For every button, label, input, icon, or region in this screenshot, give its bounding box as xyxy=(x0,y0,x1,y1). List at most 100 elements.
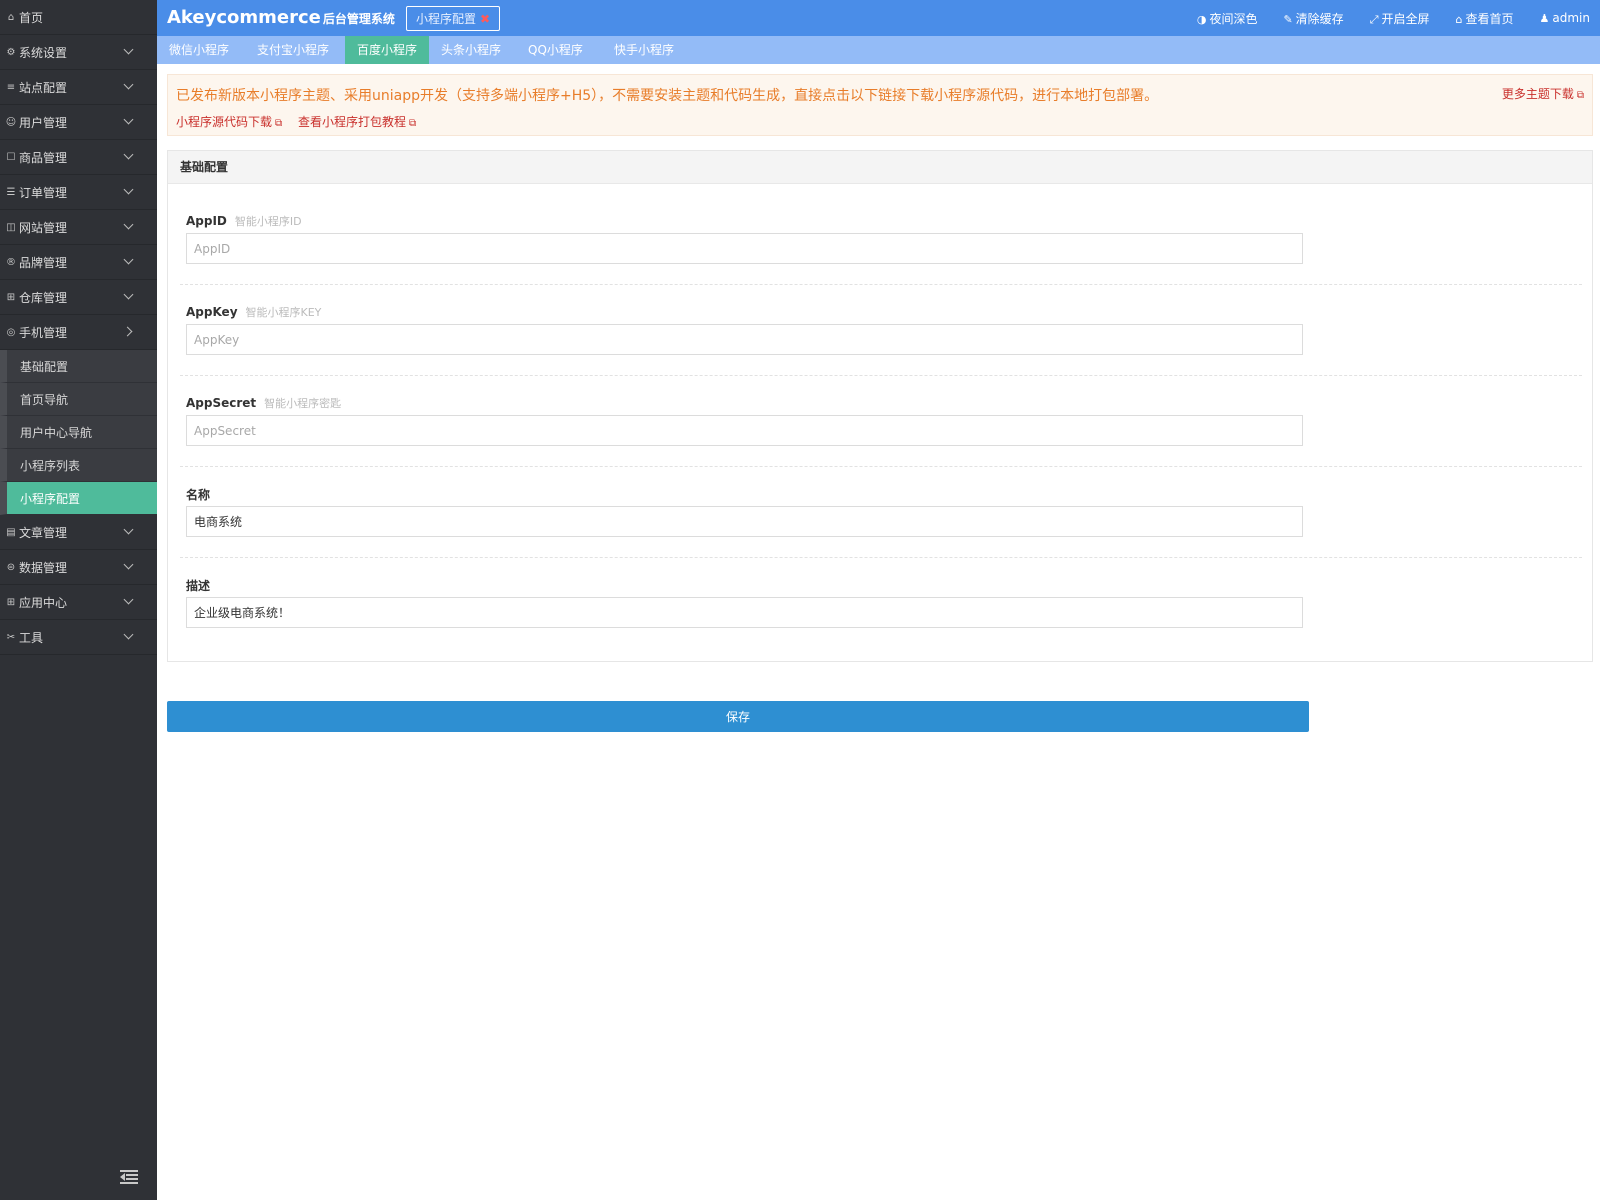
sidebar-item-brands[interactable]: ® 品牌管理 xyxy=(0,245,157,280)
menu-collapse-icon[interactable] xyxy=(120,1170,138,1184)
sidebar-item-home[interactable]: ⌂ 首页 xyxy=(0,0,157,35)
sidebar-item-articles[interactable]: ▤ 文章管理 xyxy=(0,515,157,550)
appsecret-input[interactable] xyxy=(186,415,1303,446)
user-icon: ☺ xyxy=(5,116,17,128)
chevron-right-icon xyxy=(122,326,133,337)
sidebar-item-label: 手机管理 xyxy=(19,325,68,340)
name-field: 名称 xyxy=(186,486,1583,537)
chevron-down-icon xyxy=(123,594,134,605)
sidebar-item-label: 网站管理 xyxy=(19,220,68,235)
appkey-input[interactable] xyxy=(186,324,1303,355)
gear-icon: ⚙ xyxy=(6,46,16,58)
sidebar-subitem-miniapp-list[interactable]: 小程序列表 xyxy=(0,449,157,482)
field-label: 名称 xyxy=(186,488,211,502)
chevron-down-icon xyxy=(123,149,134,160)
external-link-icon: ⧉ xyxy=(275,118,283,129)
chevron-down-icon xyxy=(123,44,134,55)
notice-banner: 已发布新版本小程序主题、采用uniapp开发（支持多端小程序+H5），不需要安装… xyxy=(167,74,1593,136)
sidebar-item-label: 应用中心 xyxy=(19,595,68,610)
arrow-left-icon xyxy=(120,1173,125,1181)
source-download-link[interactable]: 小程序源代码下载 ⧉ xyxy=(176,113,282,130)
sidebar: ⌂ 首页 ⚙ 系统设置 ≡ 站点配置 ☺ 用户管理 ☐ 商品管理 ☰ 订单管理 ◫ 网站管理 … xyxy=(0,0,157,1200)
sidebar-subitem-basic-config[interactable]: 基础配置 xyxy=(0,350,157,383)
sidebar-item-label: 数据管理 xyxy=(19,560,68,575)
contrast-icon: ◑ xyxy=(1196,12,1207,26)
tab-baidu-miniapp[interactable]: 百度小程序 xyxy=(345,36,430,64)
notice-message: 已发布新版本小程序主题、采用uniapp开发（支持多端小程序+H5），不需要安装… xyxy=(176,88,1159,104)
night-mode-label: 夜间深色 xyxy=(1209,11,1258,26)
top-bar: Akeycommerce 后台管理系统 小程序配置 ✖ ◑ 夜间深色 ✎ 清除缓存 ⤢ 开… xyxy=(157,0,1600,36)
admin-user-menu[interactable]: ♟ admin xyxy=(1540,11,1590,25)
site-icon: ◫ xyxy=(6,221,16,233)
chevron-down-icon xyxy=(123,289,134,300)
field-hint: 智能小程序KEY xyxy=(245,306,322,319)
sidebar-item-warehouse[interactable]: ⊞ 仓库管理 xyxy=(0,280,157,315)
top-links: ◑ 夜间深色 ✎ 清除缓存 ⤢ 开启全屏 ⌂ 查看首页 ♟ admin xyxy=(1171,0,1590,36)
warehouse-icon: ⊞ xyxy=(6,291,16,303)
field-label: AppSecret xyxy=(186,396,257,410)
field-hint: 智能小程序ID xyxy=(234,215,302,228)
field-label: 描述 xyxy=(186,579,211,593)
appid-input[interactable] xyxy=(186,233,1303,264)
sidebar-item-users[interactable]: ☺ 用户管理 xyxy=(0,105,157,140)
fullscreen-icon: ⤢ xyxy=(1369,12,1379,26)
open-tab-chip[interactable]: 小程序配置 ✖ xyxy=(406,6,500,31)
tab-qq-miniapp[interactable]: QQ小程序 xyxy=(516,36,595,64)
night-mode-link[interactable]: ◑ 夜间深色 xyxy=(1197,10,1258,27)
tab-wechat-miniapp[interactable]: 微信小程序 xyxy=(157,36,241,64)
close-icon[interactable]: ✖ xyxy=(480,12,490,26)
sidebar-item-label: 用户管理 xyxy=(19,115,68,130)
chevron-down-icon xyxy=(123,559,134,570)
home-icon: ⌂ xyxy=(7,11,15,23)
panel-title: 基础配置 xyxy=(168,151,1592,184)
chevron-down-icon xyxy=(123,629,134,640)
tab-toutiao-miniapp[interactable]: 头条小程序 xyxy=(429,36,513,64)
sidebar-item-mobile[interactable]: ◎ 手机管理 xyxy=(0,315,157,350)
sidebar-item-data[interactable]: ⊜ 数据管理 xyxy=(0,550,157,585)
admin-username: admin xyxy=(1552,11,1590,25)
divider xyxy=(180,284,1582,285)
tools-icon: ✂ xyxy=(6,631,16,643)
field-hint: 智能小程序密匙 xyxy=(264,397,342,410)
apps-icon: ⊞ xyxy=(6,596,16,608)
sidebar-item-orders[interactable]: ☰ 订单管理 xyxy=(0,175,157,210)
article-icon: ▤ xyxy=(6,526,16,538)
sidebar-item-website[interactable]: ◫ 网站管理 xyxy=(0,210,157,245)
description-input[interactable] xyxy=(186,597,1303,628)
clear-cache-link[interactable]: ✎ 清除缓存 xyxy=(1283,10,1343,27)
more-themes-label: 更多主题下载 xyxy=(1501,87,1574,101)
field-label: AppKey xyxy=(186,305,238,319)
sidebar-item-system-settings[interactable]: ⚙ 系统设置 xyxy=(0,35,157,70)
registered-icon: ® xyxy=(6,256,16,268)
fullscreen-link[interactable]: ⤢ 开启全屏 xyxy=(1370,10,1430,27)
tab-kuaishou-miniapp[interactable]: 快手小程序 xyxy=(602,36,686,64)
sidebar-item-label: 品牌管理 xyxy=(19,255,68,270)
more-themes-link[interactable]: 更多主题下载 ⧉ xyxy=(1502,85,1584,102)
sidebar-item-label: 文章管理 xyxy=(19,525,68,540)
sidebar-item-site-config[interactable]: ≡ 站点配置 xyxy=(0,70,157,105)
tab-alipay-miniapp[interactable]: 支付宝小程序 xyxy=(245,36,341,64)
sidebar-item-label: 系统设置 xyxy=(19,45,68,60)
source-download-label: 小程序源代码下载 xyxy=(176,115,273,129)
view-home-link[interactable]: ⌂ 查看首页 xyxy=(1456,10,1514,27)
field-label: AppID xyxy=(186,214,227,228)
sidebar-item-tools[interactable]: ✂ 工具 xyxy=(0,620,157,655)
chevron-down-icon xyxy=(123,184,134,195)
basic-config-panel: 基础配置 AppID 智能小程序ID AppKey 智能小程序KEY AppSecr… xyxy=(167,150,1593,662)
user-icon: ♟ xyxy=(1539,12,1550,25)
brush-icon: ✎ xyxy=(1283,12,1293,26)
sidebar-item-app-center[interactable]: ⊞ 应用中心 xyxy=(0,585,157,620)
brand-logo: Akeycommerce 后台管理系统 xyxy=(167,7,395,28)
sidebar-subitem-user-center-nav[interactable]: 用户中心导航 xyxy=(0,416,157,449)
sidebar-subitem-home-nav[interactable]: 首页导航 xyxy=(0,383,157,416)
packaging-tutorial-link[interactable]: 查看小程序打包教程 ⧉ xyxy=(298,113,416,130)
sidebar-subitem-miniapp-config[interactable]: 小程序配置 xyxy=(0,482,157,515)
database-icon: ⊜ xyxy=(6,561,16,573)
appkey-field: AppKey 智能小程序KEY xyxy=(186,304,1583,355)
chevron-down-icon xyxy=(123,254,134,265)
save-button[interactable]: 保存 xyxy=(167,701,1309,732)
name-input[interactable] xyxy=(186,506,1303,537)
sidebar-item-label: 首页 xyxy=(19,10,44,25)
sidebar-item-goods[interactable]: ☐ 商品管理 xyxy=(0,140,157,175)
bag-icon: ☐ xyxy=(6,151,16,163)
